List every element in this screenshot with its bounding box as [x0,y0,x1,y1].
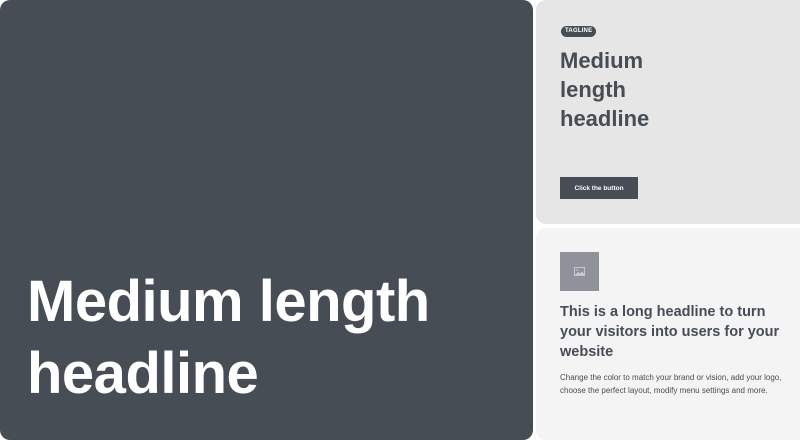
content-card-body: Change the color to match your brand or … [560,373,782,395]
image-placeholder [560,252,599,291]
content-card-headline: This is a long headline to turn your vis… [560,304,780,360]
hero-headline: Medium length headline [27,269,430,406]
feature-card: TAGLINE Medium length headline Click the… [536,0,800,224]
image-placeholder-icon [574,267,585,276]
feature-card-headline: Medium length headline [560,48,650,131]
hero-panel: Medium length headline [0,0,533,440]
tagline-badge: TAGLINE [561,26,597,37]
click-the-button[interactable]: Click the button [560,177,638,199]
content-card: This is a long headline to turn your vis… [536,228,800,440]
